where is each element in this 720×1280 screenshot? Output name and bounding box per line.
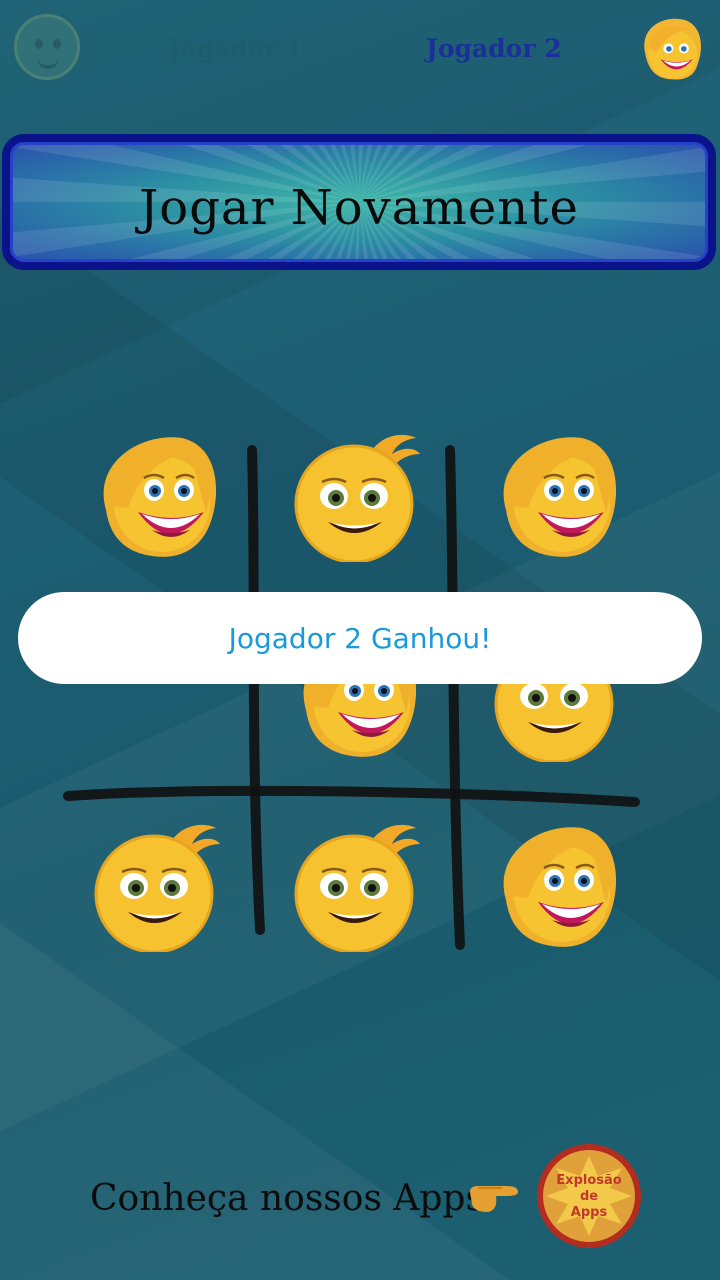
explosao-de-apps-logo[interactable]: Explosão de Apps xyxy=(534,1142,644,1250)
winner-message: Jogador 2 Ganhou! xyxy=(228,621,492,655)
player1-label: Jogador 1 xyxy=(168,34,304,63)
smiley-emoji-icon xyxy=(294,824,420,954)
logo-text-line-1: Explosão xyxy=(556,1173,621,1188)
player2-label: Jogador 2 xyxy=(426,34,562,63)
logo-text-line-3: Apps xyxy=(571,1205,608,1220)
pointing-hand-icon xyxy=(470,1186,518,1212)
board-cell-1[interactable] xyxy=(92,432,222,562)
winner-toast: Jogador 2 Ganhou! xyxy=(18,592,702,684)
promo-text[interactable]: Conheça nossos Apps xyxy=(90,1178,484,1219)
blonde-emoji-icon xyxy=(103,437,217,557)
board-cell-8[interactable] xyxy=(292,822,422,954)
board-cell-9[interactable] xyxy=(492,822,622,952)
blonde-emoji-icon xyxy=(503,827,617,947)
board-cell-7[interactable] xyxy=(92,822,222,954)
board-cell-3[interactable] xyxy=(492,432,622,562)
board-cell-2[interactable] xyxy=(292,432,422,564)
blonde-emoji-icon xyxy=(503,437,617,557)
play-again-button[interactable]: Jogar Novamente xyxy=(2,134,716,270)
smiley-emoji-icon xyxy=(94,824,220,954)
play-again-label: Jogar Novamente xyxy=(139,180,579,236)
smiley-emoji-icon xyxy=(294,434,420,564)
logo-text-line-2: de xyxy=(580,1189,598,1204)
player2-blonde-icon xyxy=(644,18,702,80)
player1-smiley-icon xyxy=(14,14,80,80)
